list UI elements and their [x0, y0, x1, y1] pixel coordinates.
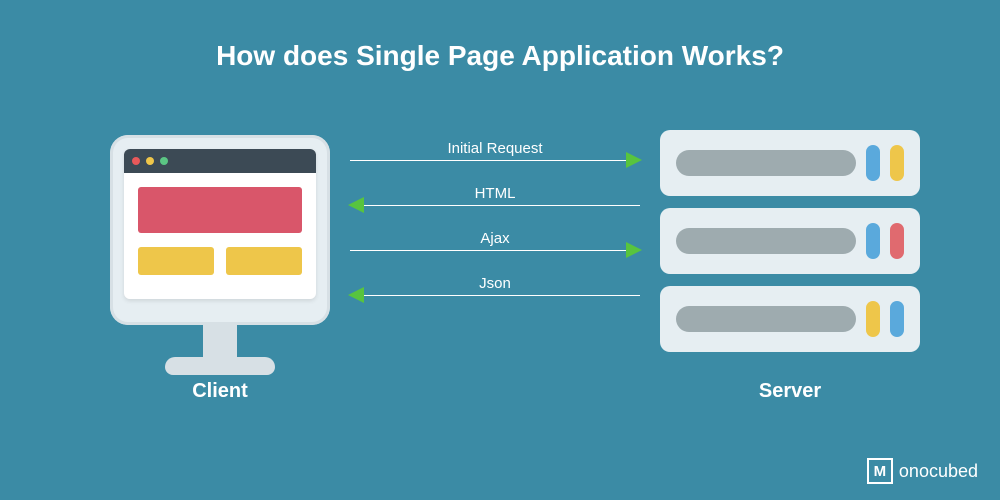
logo-box-icon: M [867, 458, 893, 484]
arrow-left-icon [348, 287, 364, 303]
card-block-icon [138, 247, 214, 275]
arrow-label: Initial Request [350, 140, 640, 157]
card-block-icon [226, 247, 302, 275]
server-drive-slot-icon [676, 150, 856, 176]
arrow-initial-request: Initial Request [350, 140, 640, 161]
server-unit [660, 286, 920, 352]
server-unit [660, 130, 920, 196]
monitor-frame [110, 135, 330, 325]
arrow-right-icon [626, 152, 642, 168]
monocubed-logo: M onocubed [867, 458, 978, 484]
server-drive-slot-icon [676, 228, 856, 254]
client-computer-icon [110, 135, 330, 375]
server-stack-icon [660, 130, 920, 364]
window-maximize-dot-icon [160, 157, 168, 165]
browser-window-bar [124, 149, 316, 173]
arrow-json: Json [350, 275, 640, 296]
server-status-light-icon [890, 145, 904, 181]
server-status-light-icon [890, 223, 904, 259]
spa-diagram: Client Initial Request HTML Ajax Json [0, 130, 1000, 450]
arrow-left-icon [348, 197, 364, 213]
hero-block-icon [138, 187, 302, 233]
client-label: Client [110, 380, 330, 403]
server-label: Server [660, 380, 920, 403]
arrow-ajax: Ajax [350, 230, 640, 251]
cards-row [138, 247, 302, 275]
arrow-line [350, 160, 640, 161]
monitor-stand-neck [203, 325, 237, 357]
arrow-line [350, 295, 640, 296]
arrow-right-icon [626, 242, 642, 258]
arrow-line [350, 205, 640, 206]
request-response-arrows: Initial Request HTML Ajax Json [350, 140, 640, 320]
arrow-label: Json [350, 275, 640, 292]
arrow-label: Ajax [350, 230, 640, 247]
monitor-screen [124, 149, 316, 299]
server-status-light-icon [890, 301, 904, 337]
monitor-stand-base [165, 357, 275, 375]
arrow-label: HTML [350, 185, 640, 202]
window-close-dot-icon [132, 157, 140, 165]
arrow-html: HTML [350, 185, 640, 206]
server-status-light-icon [866, 145, 880, 181]
window-minimize-dot-icon [146, 157, 154, 165]
server-unit [660, 208, 920, 274]
diagram-title: How does Single Page Application Works? [0, 0, 1000, 72]
arrow-line [350, 250, 640, 251]
browser-content [124, 173, 316, 275]
logo-text: onocubed [899, 461, 978, 482]
server-status-light-icon [866, 223, 880, 259]
server-status-light-icon [866, 301, 880, 337]
server-drive-slot-icon [676, 306, 856, 332]
